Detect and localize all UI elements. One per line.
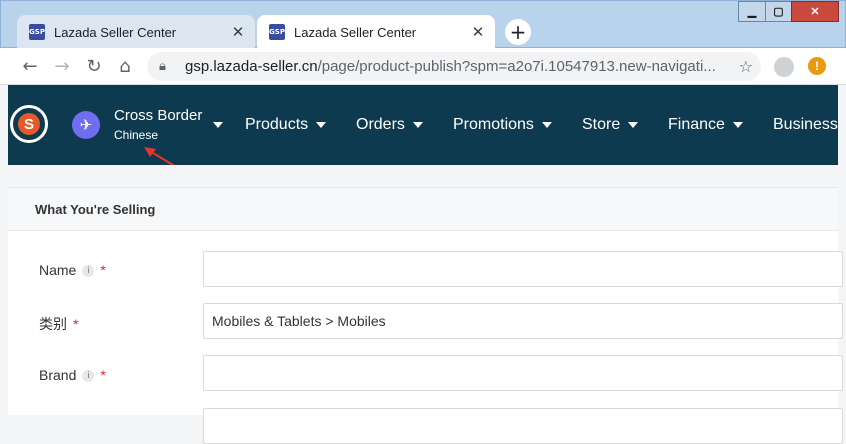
browser-tab-1[interactable]: GSP Lazada Seller Center ✕ (17, 15, 255, 49)
nav-label: Orders (356, 116, 405, 133)
browser-tab-2[interactable]: GSP Lazada Seller Center ✕ (257, 15, 495, 49)
url-text: gsp.lazada-seller.cn/page/product-publis… (185, 58, 725, 75)
lock-icon: 🔒︎ (159, 59, 166, 74)
content-spacer (8, 165, 838, 188)
chevron-down-icon (628, 121, 639, 128)
next-field[interactable] (203, 408, 843, 444)
info-icon[interactable]: i (82, 265, 95, 278)
category-label: 类别 * (39, 314, 78, 334)
required-marker: * (73, 316, 79, 332)
url-domain: gsp.lazada-seller.cn (185, 58, 318, 75)
gsp-favicon-icon: GSP (269, 24, 285, 40)
browser-toolbar: ← → ↻ ⌂ 🔒︎ gsp.lazada-seller.cn/page/pro… (0, 48, 846, 85)
nav-menu-promotions[interactable]: Promotions (453, 116, 552, 134)
required-marker: * (100, 367, 106, 383)
forward-icon[interactable]: → (50, 54, 74, 78)
chevron-down-icon (732, 121, 743, 128)
chevron-down-icon[interactable] (213, 122, 223, 128)
nav-label: Products (245, 116, 309, 133)
lazada-logo-icon[interactable]: S (10, 105, 48, 143)
alert-icon[interactable]: ! (808, 57, 826, 75)
brand-field[interactable] (203, 355, 843, 391)
nav-label: Promotions (453, 116, 534, 133)
seller-navbar: S ✈ Cross Border Chinese Products Orders… (8, 85, 838, 165)
field-label-text: Brand (39, 367, 77, 383)
back-icon[interactable]: ← (18, 54, 42, 78)
name-label: Name i * (39, 262, 106, 278)
nav-label: Business (773, 116, 838, 133)
info-icon[interactable]: i (82, 370, 95, 383)
gsp-favicon-icon: GSP (29, 24, 45, 40)
required-marker: * (100, 262, 106, 278)
star-icon[interactable]: ☆ (739, 57, 753, 76)
window-minimize-button[interactable]: ▁ (738, 1, 766, 22)
region-language[interactable]: Chinese (114, 128, 158, 142)
nav-label: Store (582, 116, 621, 133)
nav-menu-products[interactable]: Products (245, 116, 327, 134)
window-maximize-button[interactable]: ▢ (765, 1, 792, 22)
field-label-text: 类别 (39, 316, 67, 332)
nav-menu-finance[interactable]: Finance (668, 116, 743, 134)
brand-label: Brand i * (39, 367, 106, 383)
chevron-down-icon (541, 121, 552, 128)
profile-avatar-icon[interactable] (774, 57, 794, 77)
nav-menu-orders[interactable]: Orders (356, 116, 423, 134)
chevron-down-icon (316, 121, 327, 128)
name-field[interactable] (203, 251, 843, 287)
nav-menu-store[interactable]: Store (582, 116, 639, 134)
home-icon[interactable]: ⌂ (113, 54, 137, 78)
product-form: What You're Selling Name i * 类别 * Mobiles &… (8, 165, 843, 444)
tab-title: Lazada Seller Center (54, 24, 177, 40)
chevron-down-icon (412, 121, 423, 128)
new-tab-button[interactable]: + (505, 19, 531, 45)
tab-title: Lazada Seller Center (294, 24, 417, 40)
tab-close-icon[interactable]: ✕ (229, 23, 247, 41)
plane-icon[interactable]: ✈ (72, 111, 100, 139)
section-header: What You're Selling (8, 188, 838, 231)
nav-label: Finance (668, 116, 725, 133)
nav-menu-business[interactable]: Business (773, 116, 838, 134)
browser-titlebar: GSP Lazada Seller Center ✕ GSP Lazada Se… (0, 0, 846, 49)
url-path: /page/product-publish?spm=a2o7i.10547913… (317, 58, 716, 75)
address-bar[interactable]: 🔒︎ gsp.lazada-seller.cn/page/product-pub… (147, 52, 761, 81)
window-close-button[interactable]: ✕ (791, 1, 839, 22)
reload-icon[interactable]: ↻ (82, 54, 106, 78)
category-field[interactable]: Mobiles & Tablets > Mobiles (203, 303, 843, 339)
tab-close-icon[interactable]: ✕ (469, 23, 487, 41)
field-label-text: Name (39, 262, 77, 278)
section-title: What You're Selling (35, 202, 156, 217)
region-title[interactable]: Cross Border (114, 107, 202, 124)
